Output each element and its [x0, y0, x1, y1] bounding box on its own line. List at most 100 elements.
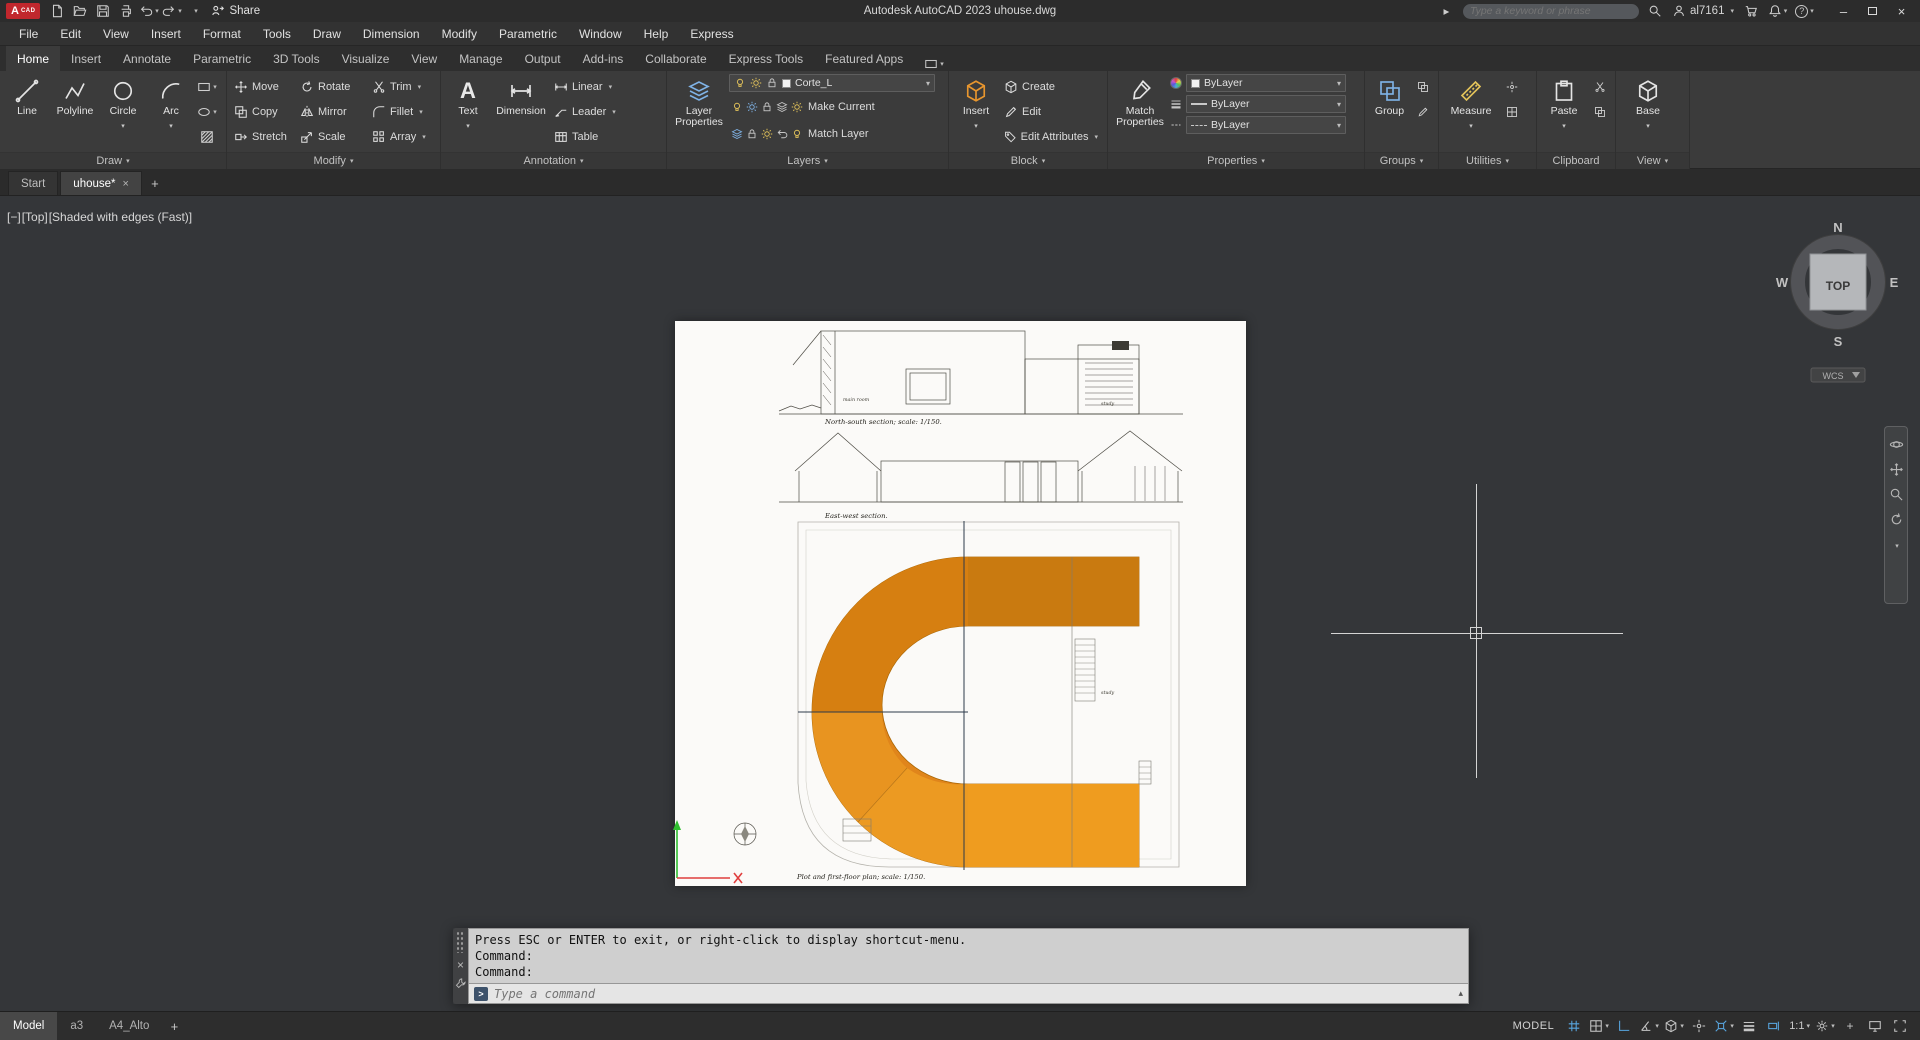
minimize-button[interactable]: – — [1829, 0, 1858, 22]
layer-on-all-icon[interactable] — [791, 128, 803, 140]
model-space-badge[interactable]: MODEL — [1506, 1015, 1562, 1037]
new-button[interactable] — [46, 2, 67, 20]
arc-button[interactable]: Arc — [148, 74, 194, 131]
array-button[interactable]: Array — [369, 124, 435, 149]
fillet-button[interactable]: Fillet — [369, 99, 435, 124]
search-collapse-button[interactable]: ▸ — [1436, 2, 1457, 20]
menu-file[interactable]: File — [8, 22, 49, 46]
circle-dropdown[interactable] — [121, 120, 125, 131]
scale-button[interactable]: Scale — [297, 124, 367, 149]
command-history-toggle[interactable]: ▴ — [1458, 988, 1463, 999]
menu-express[interactable]: Express — [679, 22, 744, 46]
ribbon-tab-3d-tools[interactable]: 3D Tools — [262, 46, 330, 71]
new-drawing-tab-button[interactable]: + — [144, 171, 166, 195]
autocad-logo[interactable]: A CAD — [6, 3, 41, 19]
trim-button[interactable]: Trim — [369, 74, 435, 99]
command-input-row[interactable]: > ▴ — [468, 983, 1469, 1004]
layer-freeze-icon[interactable] — [761, 101, 773, 113]
ribbon-tab-view[interactable]: View — [400, 46, 448, 71]
workspace-switching-button[interactable] — [1813, 1015, 1837, 1037]
object-snap-button[interactable] — [1712, 1015, 1736, 1037]
hardware-acceleration-button[interactable] — [1863, 1015, 1887, 1037]
ribbon-tab-add-ins[interactable]: Add-ins — [572, 46, 635, 71]
customize-qat-button[interactable] — [184, 2, 205, 20]
compass-west[interactable]: W — [1776, 275, 1789, 290]
text-button[interactable]: A Text — [445, 74, 491, 131]
edit-block-button[interactable]: Edit — [1001, 99, 1101, 124]
menu-parametric[interactable]: Parametric — [488, 22, 568, 46]
customization-button[interactable]: + — [1838, 1015, 1862, 1037]
line-button[interactable]: Line — [4, 74, 50, 117]
menu-insert[interactable]: Insert — [140, 22, 192, 46]
paste-button[interactable]: Paste — [1541, 74, 1587, 131]
ribbon-tab-manage[interactable]: Manage — [448, 46, 513, 71]
layout-tab-a3[interactable]: a3 — [57, 1012, 96, 1040]
measure-button[interactable]: Measure — [1443, 74, 1499, 131]
layout-tab-a4-alto[interactable]: A4_Alto — [96, 1012, 162, 1040]
mirror-button[interactable]: Mirror — [297, 99, 367, 124]
grip-dots-icon[interactable] — [456, 931, 465, 953]
command-close-button[interactable]: × — [457, 958, 464, 972]
hatch-button[interactable] — [196, 124, 218, 149]
plot-button[interactable] — [115, 2, 136, 20]
undo-button[interactable] — [138, 2, 159, 20]
menu-help[interactable]: Help — [633, 22, 680, 46]
stretch-button[interactable]: Stretch — [231, 124, 295, 149]
close-tab-icon[interactable]: × — [123, 178, 129, 190]
create-block-button[interactable]: Create — [1001, 74, 1101, 99]
linear-button[interactable]: Linear — [551, 74, 655, 99]
pan-icon[interactable] — [1889, 462, 1904, 477]
viewport-view-button[interactable]: [Top] — [22, 210, 48, 224]
menu-tools[interactable]: Tools — [252, 22, 302, 46]
insert-dropdown[interactable] — [974, 120, 978, 131]
panel-properties-label[interactable]: Properties — [1108, 152, 1364, 169]
panel-draw-label[interactable]: Draw — [0, 152, 226, 169]
table-button[interactable]: Table — [551, 124, 655, 149]
menu-edit[interactable]: Edit — [49, 22, 92, 46]
drawing-canvas[interactable]: [−] [Top] [Shaded with edges (Fast)] mai… — [0, 196, 1920, 1011]
account-menu[interactable]: al7161 — [1672, 4, 1734, 18]
grid-display-button[interactable] — [1562, 1015, 1586, 1037]
ellipse-button[interactable] — [196, 99, 218, 124]
file-tab-start[interactable]: Start — [8, 171, 59, 195]
layer-unlock-icon[interactable] — [746, 128, 758, 140]
command-line-palette[interactable]: × Press ESC or ENTER to exit, or right-c… — [453, 928, 1469, 1004]
clean-screen-button[interactable] — [1888, 1015, 1912, 1037]
move-button[interactable]: Move — [231, 74, 295, 99]
viewport-style-button[interactable]: [Shaded with edges (Fast)] — [49, 210, 192, 224]
leader-button[interactable]: Leader — [551, 99, 655, 124]
maximize-button[interactable] — [1858, 0, 1887, 22]
orbit-icon[interactable] — [1889, 512, 1904, 527]
command-input[interactable] — [494, 986, 1453, 1001]
insert-block-button[interactable]: Insert — [953, 74, 999, 131]
copy-button[interactable]: Copy — [231, 99, 295, 124]
polar-tracking-button[interactable] — [1637, 1015, 1661, 1037]
panel-clipboard-label[interactable]: Clipboard — [1537, 152, 1615, 169]
file-tab-uhouse[interactable]: uhouse* × — [60, 171, 142, 195]
layer-prev-icon[interactable] — [776, 128, 788, 140]
layer-walk-icon[interactable] — [731, 128, 743, 140]
command-wrench-icon[interactable] — [455, 977, 467, 989]
copy-clip-button[interactable] — [1589, 99, 1611, 124]
match-properties-button[interactable]: Match Properties — [1112, 74, 1168, 128]
compass-south[interactable]: S — [1834, 334, 1843, 349]
navigation-bar[interactable] — [1884, 426, 1908, 604]
match-layer-button[interactable]: Match Layer — [805, 121, 872, 146]
menu-modify[interactable]: Modify — [431, 22, 488, 46]
paste-dropdown[interactable] — [1562, 120, 1566, 131]
lineweight-display-button[interactable] — [1737, 1015, 1761, 1037]
help-search-box[interactable] — [1462, 3, 1639, 19]
model-tab[interactable]: Model — [0, 1011, 58, 1040]
isometric-drafting-button[interactable] — [1662, 1015, 1686, 1037]
make-current-button[interactable]: Make Current — [805, 94, 878, 119]
search-input[interactable] — [1469, 5, 1632, 17]
zoom-icon[interactable] — [1889, 487, 1904, 502]
ortho-mode-button[interactable] — [1612, 1015, 1636, 1037]
measure-dropdown[interactable] — [1469, 120, 1473, 131]
color-picker-icon[interactable] — [1170, 77, 1182, 89]
ribbon-tab-express-tools[interactable]: Express Tools — [718, 46, 814, 71]
group-edit-button[interactable] — [1412, 99, 1434, 124]
layer-unisolate-icon[interactable] — [791, 101, 803, 113]
panel-groups-label[interactable]: Groups — [1365, 152, 1438, 169]
share-button[interactable]: Share — [211, 4, 260, 18]
